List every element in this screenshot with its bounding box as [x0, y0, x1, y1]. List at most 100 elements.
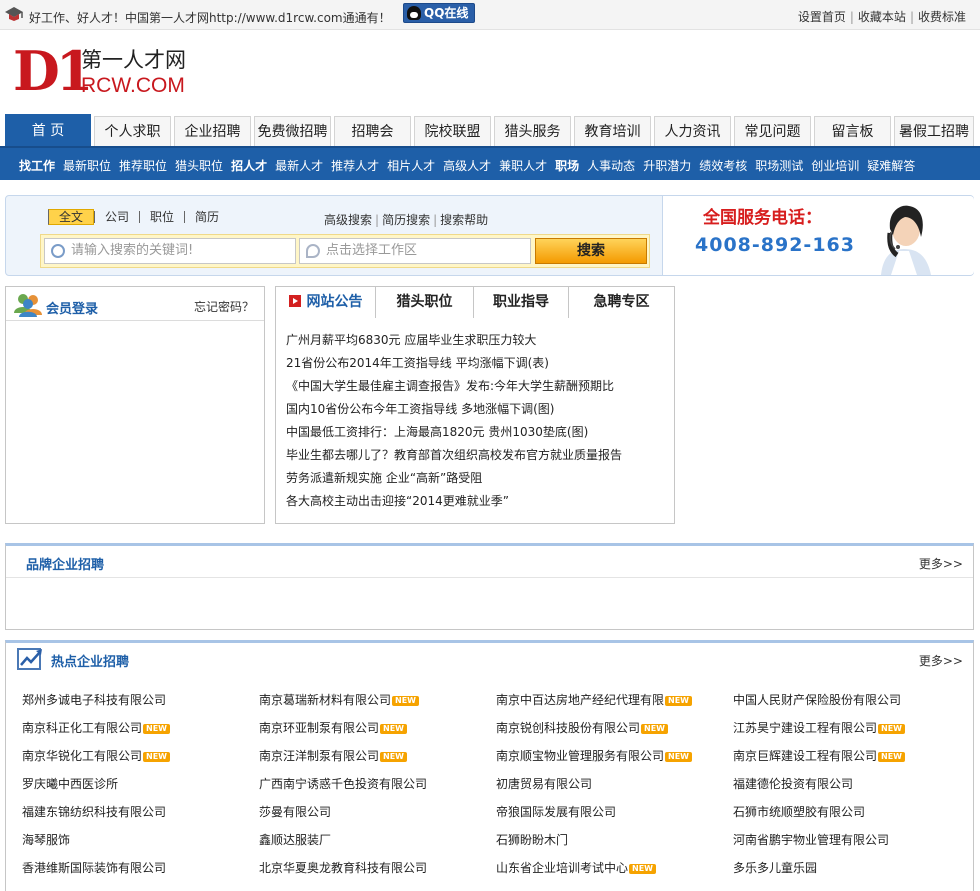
company-link[interactable]: 石狮盼盼木门: [496, 831, 568, 849]
new-badge: NEW: [641, 724, 668, 734]
subnav-latest-talent[interactable]: 最新人才: [275, 159, 323, 173]
subnav-recommended-jobs[interactable]: 推荐职位: [119, 159, 167, 173]
nav-tab-job-fair[interactable]: 招聘会: [334, 116, 411, 146]
company-name: 石狮市统顺塑胶有限公司: [733, 805, 866, 819]
search-tab-fulltext[interactable]: 全文: [48, 209, 95, 225]
set-homepage-link[interactable]: 设置首页: [798, 10, 846, 24]
news-item[interactable]: 广州月薪平均6830元 应届毕业生求职压力较大: [286, 331, 622, 354]
company-link[interactable]: 罗庆曦中西医诊所: [22, 775, 118, 793]
company-link[interactable]: 南京华锐化工有限公司 NEW: [22, 747, 170, 765]
brand-more-link[interactable]: 更多>>: [919, 555, 963, 572]
company-link[interactable]: 山东省企业培训考试中心 NEW: [496, 859, 656, 877]
news-item[interactable]: 《中国大学生最佳雇主调查报告》发布:今年大学生薪酬预期比: [286, 377, 622, 400]
subnav-senior-talent[interactable]: 高级人才: [443, 159, 491, 173]
company-link[interactable]: 南京锐创科技股份有限公司 NEW: [496, 719, 668, 737]
news-item[interactable]: 21省份公布2014年工资指导线 平均涨幅下调(表): [286, 354, 622, 377]
company-name: 南京顺宝物业管理服务有限公司: [496, 749, 665, 763]
brand-companies-panel: 品牌企业招聘 更多>>: [5, 543, 974, 630]
company-link[interactable]: 南京环亚制泵有限公司 NEW: [259, 719, 407, 737]
new-badge: NEW: [143, 752, 170, 762]
company-link[interactable]: 海琴服饰: [22, 831, 70, 849]
search-tab-company[interactable]: 公司: [94, 211, 139, 223]
company-link[interactable]: 郑州多诚电子科技有限公司: [22, 691, 166, 709]
news-item[interactable]: 劳务派遣新规实施 企业“高新”路受阻: [286, 469, 622, 492]
qq-online-button[interactable]: QQ在线: [403, 3, 475, 23]
subnav-latest-jobs[interactable]: 最新职位: [63, 159, 111, 173]
company-link[interactable]: 南京汪洋制泵有限公司 NEW: [259, 747, 407, 765]
hot-more-link[interactable]: 更多>>: [919, 652, 963, 669]
nav-tab-school-alliance[interactable]: 院校联盟: [414, 116, 491, 146]
keyword-input[interactable]: 请输入搜索的关键词!: [44, 238, 296, 264]
subnav-qa[interactable]: 疑难解答: [867, 159, 915, 173]
nav-tab-guestbook[interactable]: 留言板: [814, 116, 891, 146]
subnav-performance[interactable]: 绩效考核: [699, 159, 747, 173]
subnav-headhunter-jobs[interactable]: 猎头职位: [175, 159, 223, 173]
nav-tab-hr-news[interactable]: 人力资讯: [654, 116, 731, 146]
subnav-find-job[interactable]: 找工作: [19, 159, 55, 173]
company-link[interactable]: 帝狼国际发展有限公司: [496, 803, 616, 821]
company-link[interactable]: 多乐多儿童乐园: [733, 859, 817, 877]
new-badge: NEW: [878, 724, 905, 734]
company-name: 南京巨辉建设工程有限公司: [733, 749, 878, 763]
subnav-startup-training[interactable]: 创业培训: [811, 159, 859, 173]
subnav-career-test[interactable]: 职场测试: [755, 159, 803, 173]
search-help-link[interactable]: 搜索帮助: [440, 213, 488, 227]
work-area-input[interactable]: 点击选择工作区: [299, 238, 531, 264]
news-tab-headhunter-jobs[interactable]: 猎头职位: [375, 287, 473, 318]
member-login-header: 会员登录 忘记密码？: [6, 287, 264, 321]
company-link[interactable]: 南京科正化工有限公司 NEW: [22, 719, 170, 737]
nav-tab-free-micro-recruit[interactable]: 免费微招聘: [254, 116, 331, 146]
news-item[interactable]: 毕业生都去哪儿了？教育部首次组织高校发布官方就业质量报告: [286, 446, 622, 469]
subnav-recommended-talent[interactable]: 推荐人才: [331, 159, 379, 173]
nav-tab-education[interactable]: 教育培训: [574, 116, 651, 146]
nav-tab-headhunting[interactable]: 猎头服务: [494, 116, 571, 146]
subnav-workplace[interactable]: 职场: [555, 159, 579, 173]
company-link[interactable]: 南京巨辉建设工程有限公司 NEW: [733, 747, 905, 765]
company-name: 福建德伦投资有限公司: [733, 777, 854, 791]
company-link[interactable]: 南京葛瑞新材料有限公司 NEW: [259, 691, 419, 709]
news-tab-announcements[interactable]: 网站公告: [276, 287, 375, 319]
company-link[interactable]: 南京中百达房地产经纪代理有限 NEW: [496, 691, 692, 709]
pricing-link[interactable]: 收费标准: [918, 10, 966, 24]
nav-tab-faq[interactable]: 常见问题: [734, 116, 811, 146]
subnav-promotion[interactable]: 升职潜力: [643, 159, 691, 173]
company-link[interactable]: 福建德伦投资有限公司: [733, 775, 853, 793]
subnav-find-talent[interactable]: 招人才: [231, 159, 267, 173]
company-name: 江苏昊宁建设工程有限公司: [733, 721, 878, 735]
company-link[interactable]: 石狮市统顺塑胶有限公司: [733, 803, 865, 821]
resume-search-link[interactable]: 简历搜索: [382, 213, 430, 227]
nav-tab-home[interactable]: 首 页: [5, 114, 91, 146]
nav-tab-job-seeking[interactable]: 个人求职: [94, 116, 171, 146]
news-tab-urgent-hiring[interactable]: 急聘专区: [568, 287, 674, 318]
nav-tab-summer-jobs[interactable]: 暑假工招聘: [894, 116, 974, 146]
company-link[interactable]: 福建东锦纺织科技有限公司: [22, 803, 166, 821]
company-link[interactable]: 河南省鹏宇物业管理有限公司: [733, 831, 889, 849]
company-link[interactable]: 广西南宁诱惑千色投资有限公司: [259, 775, 427, 793]
company-link[interactable]: 江苏昊宁建设工程有限公司 NEW: [733, 719, 905, 737]
subnav-part-time-talent[interactable]: 兼职人才: [499, 159, 547, 173]
company-name: 海琴服饰: [22, 833, 71, 847]
news-item[interactable]: 各大高校主动出击迎接“2014更难就业季”: [286, 492, 622, 515]
search-button[interactable]: 搜索: [535, 238, 647, 264]
news-tab-career-guidance[interactable]: 职业指导: [473, 287, 568, 318]
new-badge: NEW: [380, 724, 407, 734]
subnav-hr-trends[interactable]: 人事动态: [587, 159, 635, 173]
company-link[interactable]: 北京华夏奥龙教育科技有限公司: [259, 859, 427, 877]
site-logo[interactable]: D1 第一人才网 RCW.COM: [13, 44, 186, 102]
forgot-password-link[interactable]: 忘记密码？: [194, 298, 254, 315]
new-badge: NEW: [380, 752, 407, 762]
bookmark-link[interactable]: 收藏本站: [858, 10, 906, 24]
company-link[interactable]: 香港维斯国际装饰有限公司: [22, 859, 166, 877]
search-tab-position[interactable]: 职位: [139, 211, 184, 223]
subnav-photo-talent[interactable]: 相片人才: [387, 159, 435, 173]
company-link[interactable]: 鑫顺达服装厂: [259, 831, 331, 849]
company-link[interactable]: 初唐贸易有限公司: [496, 775, 592, 793]
company-link[interactable]: 南京顺宝物业管理服务有限公司 NEW: [496, 747, 692, 765]
company-link[interactable]: 莎曼有限公司: [259, 803, 331, 821]
news-item[interactable]: 中国最低工资排行：上海最高1820元 贵州1030垫底(图): [286, 423, 622, 446]
search-tab-resume[interactable]: 简历: [184, 211, 229, 223]
company-link[interactable]: 中国人民财产保险股份有限公司: [733, 691, 901, 709]
nav-tab-recruiting[interactable]: 企业招聘: [174, 116, 251, 146]
news-item[interactable]: 国内10省份公布今年工资指导线 多地涨幅下调(图): [286, 400, 622, 423]
advanced-search-link[interactable]: 高级搜索: [324, 213, 372, 227]
